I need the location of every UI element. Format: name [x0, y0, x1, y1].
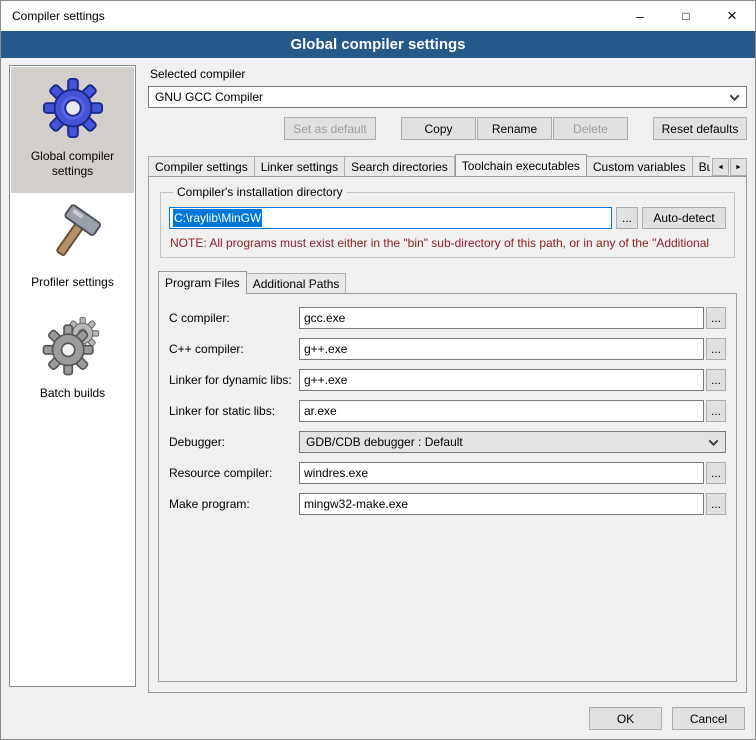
hammer-icon — [42, 203, 104, 265]
cpp-compiler-browse-button[interactable]: ... — [706, 338, 726, 360]
tab-scroll-buttons: ◄ ► — [712, 158, 747, 176]
dynamic-linker-label: Linker for dynamic libs: — [169, 373, 299, 387]
installation-directory-value: C:\raylib\MinGW — [173, 209, 262, 227]
compiler-select[interactable]: GNU GCC Compiler — [148, 86, 747, 108]
tab-compiler-settings[interactable]: Compiler settings — [148, 156, 255, 176]
tab-scroll-left-icon[interactable]: ◄ — [712, 158, 729, 176]
make-program-input[interactable] — [299, 493, 704, 515]
static-linker-label: Linker for static libs: — [169, 404, 299, 418]
selected-compiler-label: Selected compiler — [150, 67, 747, 81]
sidebar-item-label: Batch builds — [40, 386, 105, 401]
titlebar: Compiler settings – □ × — [1, 1, 755, 31]
dialog-header: Global compiler settings — [1, 31, 755, 58]
program-files-panel: C compiler: ... C++ compiler: ... Linker… — [158, 293, 737, 682]
tab-custom-variables[interactable]: Custom variables — [587, 156, 693, 176]
cpp-compiler-row: C++ compiler: ... — [169, 338, 726, 360]
compiler-select-value: GNU GCC Compiler — [155, 90, 263, 104]
maximize-button[interactable]: □ — [663, 1, 709, 31]
static-linker-input[interactable] — [299, 400, 704, 422]
chevron-down-icon — [709, 436, 719, 446]
tab-scroll-right-icon[interactable]: ► — [730, 158, 747, 176]
sidebar-item-profiler-settings[interactable]: Profiler settings — [11, 193, 134, 304]
c-compiler-row: C compiler: ... — [169, 307, 726, 329]
chevron-down-icon — [730, 91, 740, 101]
compiler-settings-window: Compiler settings – □ × Global compiler … — [0, 0, 756, 740]
bin-subdirectory-note: NOTE: All programs must exist either in … — [170, 236, 725, 250]
close-button[interactable]: × — [709, 1, 755, 31]
dynamic-linker-input[interactable] — [299, 369, 704, 391]
tabstrip: Compiler settings Linker settings Search… — [148, 154, 710, 176]
tab-linker-settings[interactable]: Linker settings — [255, 156, 345, 176]
copy-button[interactable]: Copy — [401, 117, 476, 140]
toolchain-executables-panel: Compiler's installation directory C:\ray… — [148, 176, 747, 693]
resource-compiler-browse-button[interactable]: ... — [706, 462, 726, 484]
tab-toolchain-executables[interactable]: Toolchain executables — [455, 154, 587, 176]
c-compiler-input[interactable] — [299, 307, 704, 329]
debugger-select-value: GDB/CDB debugger : Default — [306, 435, 463, 449]
installation-directory-row: C:\raylib\MinGW ... Auto-detect — [169, 207, 726, 229]
dynamic-linker-browse-button[interactable]: ... — [706, 369, 726, 391]
debugger-row: Debugger: GDB/CDB debugger : Default — [169, 431, 726, 453]
resource-compiler-row: Resource compiler: ... — [169, 462, 726, 484]
rename-button[interactable]: Rename — [477, 117, 552, 140]
blue-gear-icon — [42, 77, 104, 139]
window-title: Compiler settings — [1, 9, 105, 23]
delete-button[interactable]: Delete — [553, 117, 628, 140]
resource-compiler-input[interactable] — [299, 462, 704, 484]
installation-directory-browse-button[interactable]: ... — [616, 207, 638, 229]
installation-directory-group: Compiler's installation directory C:\ray… — [160, 185, 735, 258]
resource-compiler-label: Resource compiler: — [169, 466, 299, 480]
dynamic-linker-row: Linker for dynamic libs: ... — [169, 369, 726, 391]
sidebar-item-label: Profiler settings — [31, 275, 114, 290]
static-linker-row: Linker for static libs: ... — [169, 400, 726, 422]
reset-defaults-button[interactable]: Reset defaults — [653, 117, 747, 140]
debugger-select[interactable]: GDB/CDB debugger : Default — [299, 431, 726, 453]
tab-build-options-truncated[interactable]: Buil — [693, 156, 710, 176]
debugger-label: Debugger: — [169, 435, 299, 449]
spacer — [376, 117, 400, 140]
make-program-label: Make program: — [169, 497, 299, 511]
c-compiler-browse-button[interactable]: ... — [706, 307, 726, 329]
sidebar-item-batch-builds[interactable]: Batch builds — [11, 304, 134, 415]
main-panel: Selected compiler GNU GCC Compiler Set a… — [148, 65, 747, 697]
sidebar-item-global-compiler-settings[interactable]: Global compiler settings — [11, 67, 134, 193]
dialog-body: Global compiler settings Profiler settin… — [1, 58, 755, 703]
settings-tabbar: Compiler settings Linker settings Search… — [148, 154, 747, 176]
c-compiler-label: C compiler: — [169, 311, 299, 325]
tab-search-directories[interactable]: Search directories — [345, 156, 455, 176]
make-program-browse-button[interactable]: ... — [706, 493, 726, 515]
make-program-row: Make program: ... — [169, 493, 726, 515]
settings-sidebar: Global compiler settings Profiler settin… — [9, 65, 136, 687]
window-controls: – □ × — [617, 1, 755, 31]
sidebar-item-label: Global compiler settings — [13, 149, 132, 179]
gray-gears-icon — [42, 314, 104, 376]
cancel-button[interactable]: Cancel — [672, 707, 745, 730]
minimize-button[interactable]: – — [617, 1, 663, 31]
spacer — [628, 117, 652, 140]
dialog-footer: OK Cancel — [1, 703, 755, 739]
compiler-actions: Set as default Copy Rename Delete Reset … — [148, 117, 747, 140]
auto-detect-button[interactable]: Auto-detect — [642, 207, 726, 229]
tab-program-files[interactable]: Program Files — [158, 271, 247, 294]
cpp-compiler-input[interactable] — [299, 338, 704, 360]
installation-directory-input[interactable]: C:\raylib\MinGW — [169, 207, 612, 229]
installation-directory-legend: Compiler's installation directory — [173, 185, 347, 199]
tab-additional-paths[interactable]: Additional Paths — [247, 273, 347, 293]
ok-button[interactable]: OK — [589, 707, 662, 730]
program-files-tabbar: Program Files Additional Paths — [158, 271, 737, 293]
cpp-compiler-label: C++ compiler: — [169, 342, 299, 356]
static-linker-browse-button[interactable]: ... — [706, 400, 726, 422]
set-as-default-button[interactable]: Set as default — [284, 117, 376, 140]
